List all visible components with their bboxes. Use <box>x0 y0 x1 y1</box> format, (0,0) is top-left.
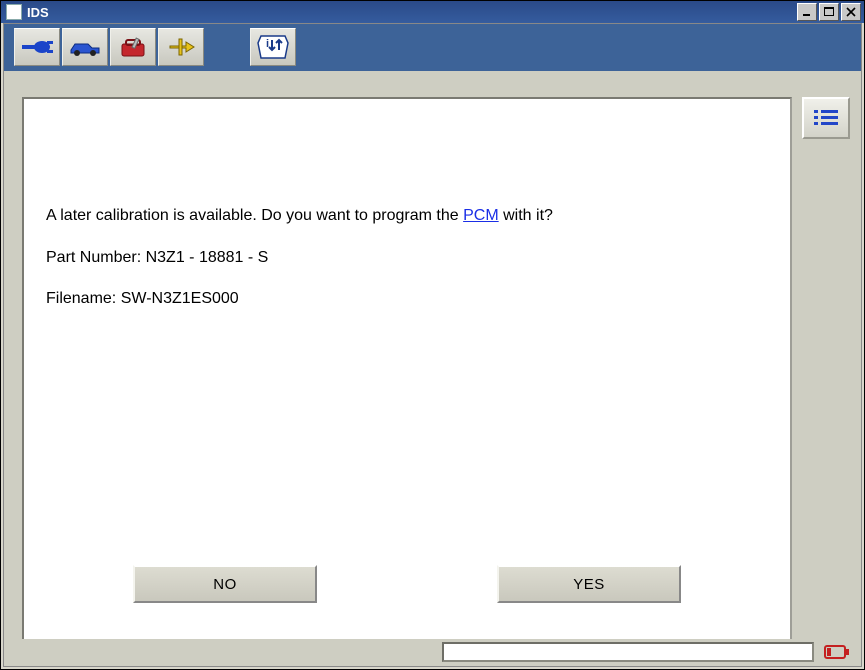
minimize-button[interactable] <box>797 3 817 21</box>
pcm-link[interactable]: PCM <box>463 207 499 224</box>
close-button[interactable] <box>841 3 861 21</box>
window-title: IDS <box>27 5 864 20</box>
toolbar-toolbox-button[interactable] <box>110 28 156 66</box>
toolbox-icon <box>116 35 150 59</box>
maximize-icon <box>824 7 834 17</box>
filename-label: Filename: <box>46 290 121 307</box>
toolbar-vehicle-button[interactable] <box>62 28 108 66</box>
svg-text:i: i <box>266 38 269 50</box>
close-icon <box>846 7 856 17</box>
filename-row: Filename: SW-N3Z1ES000 <box>46 286 768 312</box>
battery-indicator <box>823 642 851 662</box>
window-controls <box>795 3 861 21</box>
toolbar-swap-button[interactable]: i <box>250 28 296 66</box>
filename-value: SW-N3Z1ES000 <box>121 290 239 307</box>
side-list-button[interactable] <box>802 97 850 139</box>
message-line-1: A later calibration is available. Do you… <box>46 203 768 229</box>
toolbar: i <box>4 24 861 72</box>
part-number-row: Part Number: N3Z1 - 18881 - S <box>46 245 768 271</box>
toolbar-pin-button[interactable] <box>158 28 204 66</box>
toolbar-connector-button[interactable] <box>14 28 60 66</box>
message-panel: A later calibration is available. Do you… <box>22 97 792 643</box>
toolbar-group-main <box>14 28 212 67</box>
part-number-label: Part Number: <box>46 249 146 266</box>
dialog-buttons: NO YES <box>24 565 790 603</box>
status-text-box <box>442 642 814 662</box>
yes-button[interactable]: YES <box>497 565 681 603</box>
vehicle-icon <box>68 35 102 59</box>
maximize-button[interactable] <box>819 3 839 21</box>
message-body: A later calibration is available. Do you… <box>46 203 768 328</box>
main-surface: A later calibration is available. Do you… <box>4 71 861 639</box>
message-text-pre: A later calibration is available. Do you… <box>46 207 463 224</box>
message-text-post: with it? <box>499 207 553 224</box>
minimize-icon <box>802 7 812 17</box>
app-icon <box>6 4 22 20</box>
connector-icon <box>20 35 54 59</box>
part-number-value: N3Z1 - 18881 - S <box>146 249 269 266</box>
pin-icon <box>164 35 198 59</box>
no-button[interactable]: NO <box>133 565 317 603</box>
list-icon <box>812 107 840 129</box>
status-bar <box>4 639 861 666</box>
app-window: IDS <box>0 0 865 670</box>
titlebar: IDS <box>1 1 864 23</box>
toolbar-group-active: i <box>250 28 302 67</box>
swap-icon: i <box>256 33 290 61</box>
battery-low-icon <box>824 644 850 660</box>
client-area: i A later calibration is available. Do y… <box>3 23 862 667</box>
